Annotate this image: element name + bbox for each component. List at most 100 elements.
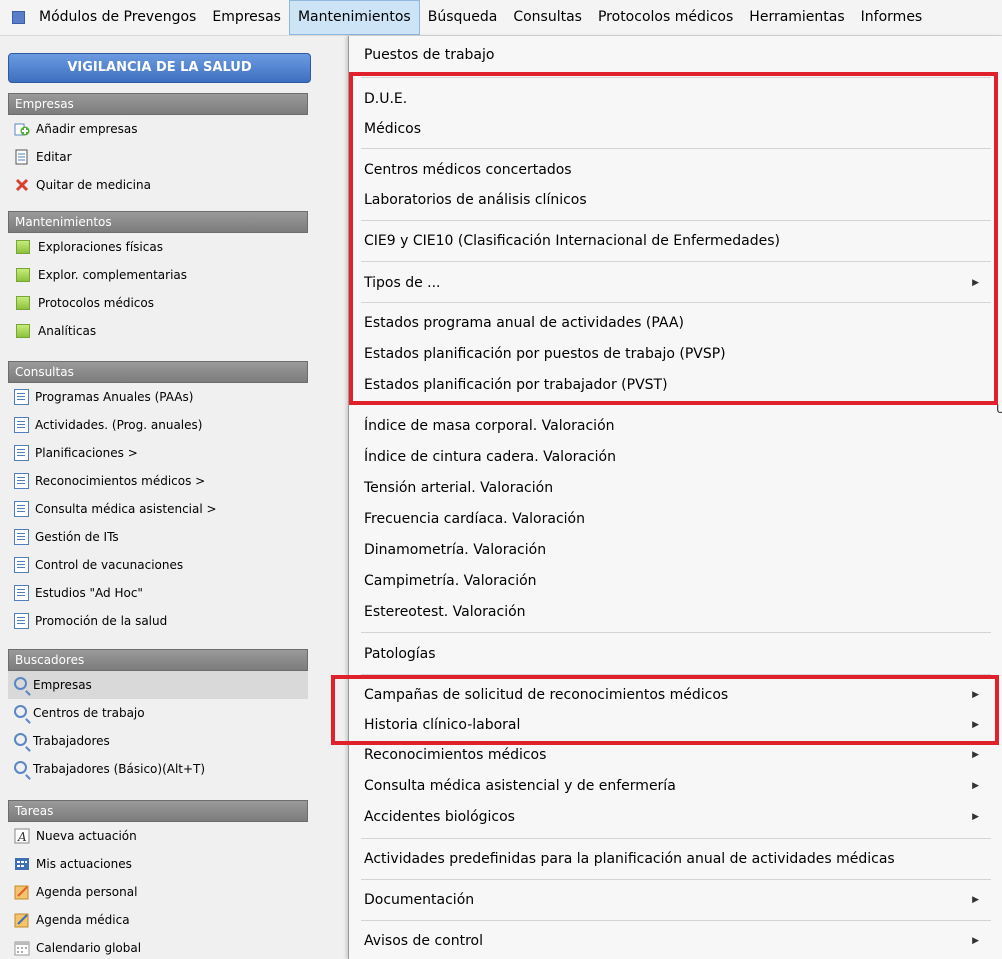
nav-search-workers-basic[interactable]: Trabajadores (Básico)(Alt+T) [8,755,308,783]
nav-activities[interactable]: Actividades. (Prog. anuales) [8,411,308,439]
menu-item-puestos[interactable]: Puestos de trabajo [350,40,1002,70]
nav-search-companies[interactable]: Empresas [8,671,308,699]
nav-label: Trabajadores [33,734,110,748]
menu-modulos[interactable]: Módulos de Prevengos [31,0,204,35]
menu-mantenimientos[interactable]: Mantenimientos [288,0,420,35]
menu-item-tension[interactable]: Tensión arterial. Valoración [350,473,1002,503]
submenu-arrow-icon: ▶ [972,812,979,822]
nav-label: Planificaciones > [35,446,138,460]
menu-item-imc[interactable]: Índice de masa corporal. Valoración [350,411,1002,441]
nav-medical-consult[interactable]: Consulta médica asistencial > [8,495,308,523]
section-header: Buscadores [8,649,308,671]
nav-label: Añadir empresas [36,122,138,136]
nav-edit[interactable]: Editar [8,143,308,171]
green-square-icon [16,268,30,282]
nav-annual-programs[interactable]: Programas Anuales (PAAs) [8,383,308,411]
nav-label: Exploraciones físicas [38,240,163,254]
section-header: Consultas [8,361,308,383]
highlight-box-bottom [331,675,999,745]
menu-item-cintura[interactable]: Índice de cintura cadera. Valoración [350,442,1002,472]
menu-item-accidentes[interactable]: Accidentes biológicos ▶ [350,802,1002,832]
nav-label: Actividades. (Prog. anuales) [35,418,203,432]
menu-protocolos[interactable]: Protocolos médicos [590,0,741,35]
nav-search-workers[interactable]: Trabajadores [8,727,308,755]
menu-herramientas[interactable]: Herramientas [741,0,852,35]
section-header: Tareas [8,800,308,822]
nav-vaccinations[interactable]: Control de vacunaciones [8,551,308,579]
nav-complementary-exams[interactable]: Explor. complementarias [8,261,308,289]
nav-label: Protocolos médicos [38,296,154,310]
nav-personal-agenda[interactable]: Agenda personal [8,878,308,906]
nav-medical-protocols[interactable]: Protocolos médicos [8,289,308,317]
my-actions-icon [14,856,30,872]
menu-empresas[interactable]: Empresas [204,0,289,35]
menu-separator [361,879,991,880]
nav-label: Empresas [33,678,92,692]
nav-global-calendar[interactable]: Calendario global [8,934,308,959]
nav-new-action[interactable]: A Nueva actuación [8,822,308,850]
menu-busqueda[interactable]: Búsqueda [420,0,506,35]
nav-add-company[interactable]: Añadir empresas [8,115,308,143]
menu-item-label: Patologías [364,646,436,662]
nav-analytics[interactable]: Analíticas [8,317,308,345]
navigation-panel: VIGILANCIA DE LA SALUD Empresas Añadir e… [0,36,318,959]
menu-item-label: Estereotest. Valoración [364,604,526,620]
nav-its[interactable]: Gestión de ITs [8,523,308,551]
menu-bar: Módulos de Prevengos Empresas Mantenimie… [0,0,1002,36]
new-action-icon: A [14,828,30,844]
menu-item-documentacion[interactable]: Documentación ▶ [350,885,1002,915]
green-square-icon [16,296,30,310]
query-document-icon [14,473,29,489]
nav-medical-checkups[interactable]: Reconocimientos médicos > [8,467,308,495]
query-document-icon [14,389,29,405]
query-document-icon [14,585,29,601]
medical-agenda-icon [14,912,30,928]
nav-ad-hoc[interactable]: Estudios "Ad Hoc" [8,579,308,607]
nav-label: Centros de trabajo [33,706,145,720]
menu-item-label: Consulta médica asistencial y de enferme… [364,778,676,794]
menu-item-label: Reconocimientos médicos [364,747,547,763]
menu-item-dinamometria[interactable]: Dinamometría. Valoración [350,535,1002,565]
nav-physical-exams[interactable]: Exploraciones físicas [8,233,308,261]
nav-label: Quitar de medicina [36,178,151,192]
nav-label: Editar [36,150,72,164]
nav-label: Agenda personal [36,885,138,899]
magnifier-icon [14,733,27,746]
nav-label: Promoción de la salud [35,614,168,628]
section-header: Mantenimientos [8,211,308,233]
menu-item-campimetria[interactable]: Campimetría. Valoración [350,566,1002,596]
magnifier-icon [14,761,27,774]
app-icon [12,11,25,24]
menu-item-patologias[interactable]: Patologías [350,639,1002,669]
nav-my-actions[interactable]: Mis actuaciones [8,850,308,878]
section-tareas: Tareas A Nueva actuación Mis actuaciones… [8,800,308,959]
nav-label: Gestión de ITs [35,530,119,544]
section-header: Empresas [8,93,308,115]
nav-remove-medicine[interactable]: Quitar de medicina [8,171,308,199]
submenu-arrow-icon: ▶ [972,936,979,946]
menu-item-actividades-predefinidas[interactable]: Actividades predefinidas para la planifi… [350,844,1002,874]
section-mantenimientos: Mantenimientos Exploraciones físicas Exp… [8,211,308,345]
nav-health-promotion[interactable]: Promoción de la salud [8,607,308,635]
nav-medical-agenda[interactable]: Agenda médica [8,906,308,934]
query-document-icon [14,529,29,545]
edit-document-icon [14,149,30,165]
menu-consultas[interactable]: Consultas [505,0,590,35]
calendar-icon [14,940,30,956]
nav-label: Calendario global [36,941,142,955]
nav-search-workcenters[interactable]: Centros de trabajo [8,699,308,727]
query-document-icon [14,445,29,461]
green-square-icon [16,240,30,254]
highlight-box-top [349,72,998,405]
nav-planning[interactable]: Planificaciones > [8,439,308,467]
menu-separator [361,632,991,633]
green-square-icon [16,324,30,338]
menu-item-consulta-asistencial[interactable]: Consulta médica asistencial y de enferme… [350,771,1002,801]
menu-item-frecuencia[interactable]: Frecuencia cardíaca. Valoración [350,504,1002,534]
nav-label: Agenda médica [36,913,130,927]
menu-informes[interactable]: Informes [853,0,931,35]
menu-item-estereotest[interactable]: Estereotest. Valoración [350,597,1002,627]
menu-item-avisos[interactable]: Avisos de control ▶ [350,926,1002,956]
nav-label: Analíticas [38,324,97,338]
section-buscadores: Buscadores Empresas Centros de trabajo T… [8,649,308,783]
